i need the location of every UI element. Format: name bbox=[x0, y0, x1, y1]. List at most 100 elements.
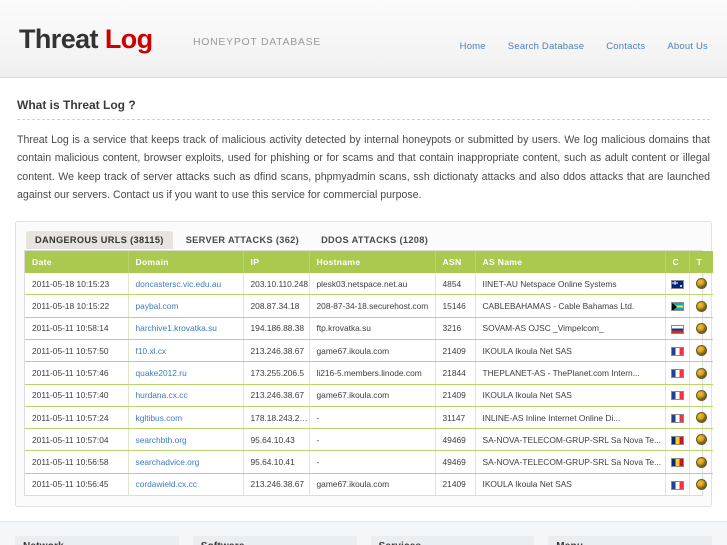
globe-icon bbox=[695, 434, 707, 446]
cell-hostname: game67.ikoula.com bbox=[309, 473, 436, 495]
cell-ip: 173.255.206.5 bbox=[243, 361, 310, 385]
table-row[interactable]: 2011-05-11 10:56:58 searchadvice.org 95.64… bbox=[25, 450, 713, 474]
nav-item-contacts[interactable]: Contacts bbox=[606, 41, 645, 52]
cell-threat[interactable] bbox=[689, 339, 713, 363]
table-row[interactable]: 2011-05-18 10:15:23 doncastersc.vic.edu.a… bbox=[25, 273, 713, 296]
site-logo[interactable]: Threat Log bbox=[19, 24, 153, 55]
column-header-domain[interactable]: Domain bbox=[128, 251, 244, 274]
cell-country bbox=[665, 273, 690, 296]
cell-domain[interactable]: quake2012.ru bbox=[128, 361, 244, 385]
table-head: Date Domain IP Hostname ASN AS Name C T bbox=[25, 251, 713, 274]
tab-bar: DANGEROUS URLS (38115) SERVER ATTACKS (3… bbox=[24, 229, 703, 250]
cell-domain[interactable]: cordawield.cx.cc bbox=[128, 473, 244, 495]
cell-domain[interactable]: hurdana.cx.cc bbox=[128, 384, 244, 407]
cell-date: 2011-05-11 10:57:24 bbox=[25, 406, 129, 430]
column-header-date[interactable]: Date bbox=[25, 251, 129, 274]
intro-paragraph: Threat Log is a service that keeps track… bbox=[17, 134, 710, 201]
cell-hostname: game67.ikoula.com bbox=[309, 339, 436, 363]
country-flag-icon bbox=[670, 346, 684, 356]
cell-threat[interactable] bbox=[689, 294, 713, 318]
threat-table: Date Domain IP Hostname ASN AS Name C T … bbox=[25, 251, 713, 495]
domain-link[interactable]: cordawield.cx.cc bbox=[136, 479, 197, 489]
cell-country bbox=[665, 361, 690, 385]
cell-as-name: THEPLANET-AS - ThePlanet.com Intern... bbox=[475, 361, 666, 385]
domain-link[interactable]: searchbth.org bbox=[136, 435, 187, 445]
nav-item-about-us[interactable]: About Us bbox=[667, 41, 708, 52]
cell-as-name: IKOULA Ikoula Net SAS bbox=[475, 473, 666, 495]
cell-threat[interactable] bbox=[689, 361, 713, 385]
cell-date: 2011-05-11 10:56:58 bbox=[25, 450, 129, 474]
cell-threat[interactable] bbox=[689, 317, 713, 341]
results-panel: DANGEROUS URLS (38115) SERVER ATTACKS (3… bbox=[15, 221, 713, 507]
table-row[interactable]: 2011-05-11 10:57:50 f10.xl.cx 213.246.38.6… bbox=[25, 339, 713, 363]
table-row[interactable]: 2011-05-11 10:57:40 hurdana.cx.cc 213.246.… bbox=[25, 384, 713, 407]
column-header-ip[interactable]: IP bbox=[243, 251, 310, 274]
cell-threat[interactable] bbox=[689, 273, 713, 296]
cell-ip: 213.246.38.67 bbox=[243, 473, 310, 495]
cell-ip: 178.18.243.222 bbox=[243, 406, 310, 430]
domain-link[interactable]: harchive1.krovatka.su bbox=[136, 323, 217, 333]
cell-ip: 213.246.38.67 bbox=[243, 384, 310, 407]
cell-as-name: SA-NOVA-TELECOM-GRUP-SRL Sa Nova Te... bbox=[475, 428, 666, 452]
nav-item-home[interactable]: Home bbox=[460, 41, 486, 52]
cell-as-name: INLINE-AS Inline Internet Online Di... bbox=[475, 406, 666, 430]
domain-link[interactable]: f10.xl.cx bbox=[136, 346, 167, 356]
country-flag-icon bbox=[670, 435, 684, 445]
cell-domain[interactable]: harchive1.krovatka.su bbox=[128, 317, 244, 341]
cell-asn: 49469 bbox=[435, 450, 476, 474]
cell-country bbox=[665, 450, 690, 474]
cell-hostname: plesk03.netspace.net.au bbox=[309, 273, 436, 296]
cell-domain[interactable]: searchadvice.org bbox=[128, 450, 244, 474]
tab-dangerous-urls[interactable]: DANGEROUS URLS (38115) bbox=[26, 231, 173, 250]
cell-date: 2011-05-11 10:57:46 bbox=[25, 361, 129, 385]
cell-threat[interactable] bbox=[689, 473, 713, 495]
cell-domain[interactable]: searchbth.org bbox=[128, 428, 244, 452]
table-row[interactable]: 2011-05-18 10:15:22 paybal.com 208.87.34.1… bbox=[25, 294, 713, 318]
tab-server-attacks[interactable]: SERVER ATTACKS (362) bbox=[177, 231, 308, 249]
cell-asn: 21409 bbox=[435, 339, 476, 363]
cell-asn: 3216 bbox=[435, 317, 476, 341]
cell-asn: 49469 bbox=[435, 428, 476, 452]
cell-date: 2011-05-11 10:57:40 bbox=[25, 384, 129, 407]
cell-domain[interactable]: f10.xl.cx bbox=[128, 339, 244, 363]
column-header-as-name[interactable]: AS Name bbox=[475, 251, 666, 274]
cell-asn: 15146 bbox=[435, 294, 476, 318]
main-content: What is Threat Log ? Threat Log is a ser… bbox=[15, 78, 713, 507]
table-row[interactable]: 2011-05-11 10:57:46 quake2012.ru 173.255.2… bbox=[25, 361, 713, 385]
tab-ddos-attacks[interactable]: DDOS ATTACKS (1208) bbox=[312, 231, 437, 249]
domain-link[interactable]: searchadvice.org bbox=[136, 457, 200, 467]
table-row[interactable]: 2011-05-11 10:57:04 searchbth.org 95.64.10… bbox=[25, 428, 713, 452]
cell-domain[interactable]: paybal.com bbox=[128, 294, 244, 318]
domain-link[interactable]: paybal.com bbox=[136, 301, 179, 311]
table-row[interactable]: 2011-05-11 10:56:45 cordawield.cx.cc 213.2… bbox=[25, 473, 713, 495]
column-header-threat[interactable]: T bbox=[689, 251, 713, 274]
column-header-asn[interactable]: ASN bbox=[435, 251, 476, 274]
cell-threat[interactable] bbox=[689, 384, 713, 407]
site-footer: NetworkURLVoid.comNoVirusThanks.orgIPVoi… bbox=[0, 521, 727, 545]
cell-domain[interactable]: kgltibus.com bbox=[128, 406, 244, 430]
column-header-country[interactable]: C bbox=[665, 251, 690, 274]
domain-link[interactable]: kgltibus.com bbox=[136, 413, 183, 423]
logo-text-log: Log bbox=[104, 24, 153, 54]
top-navigation: Home Search Database Contacts About Us bbox=[460, 36, 708, 54]
cell-hostname: - bbox=[309, 428, 436, 452]
nav-item-search-database[interactable]: Search Database bbox=[508, 41, 584, 52]
cell-date: 2011-05-11 10:58:14 bbox=[25, 317, 129, 341]
table-row[interactable]: 2011-05-11 10:58:14 harchive1.krovatka.su… bbox=[25, 317, 713, 341]
cell-threat[interactable] bbox=[689, 450, 713, 474]
globe-icon bbox=[695, 389, 707, 401]
site-tagline: HONEYPOT DATABASE bbox=[193, 36, 322, 48]
domain-link[interactable]: doncastersc.vic.edu.au bbox=[136, 279, 222, 289]
column-header-hostname[interactable]: Hostname bbox=[309, 251, 436, 274]
title-divider bbox=[17, 119, 710, 120]
cell-domain[interactable]: doncastersc.vic.edu.au bbox=[128, 273, 244, 296]
cell-date: 2011-05-18 10:15:23 bbox=[25, 273, 129, 296]
threat-table-wrapper: Date Domain IP Hostname ASN AS Name C T … bbox=[24, 250, 713, 496]
domain-link[interactable]: quake2012.ru bbox=[136, 368, 187, 378]
table-row[interactable]: 2011-05-11 10:57:24 kgltibus.com 178.18.24… bbox=[25, 406, 713, 430]
domain-link[interactable]: hurdana.cx.cc bbox=[136, 390, 188, 400]
cell-date: 2011-05-11 10:56:45 bbox=[25, 473, 129, 495]
cell-threat[interactable] bbox=[689, 428, 713, 452]
cell-threat[interactable] bbox=[689, 406, 713, 430]
cell-country bbox=[665, 384, 690, 407]
